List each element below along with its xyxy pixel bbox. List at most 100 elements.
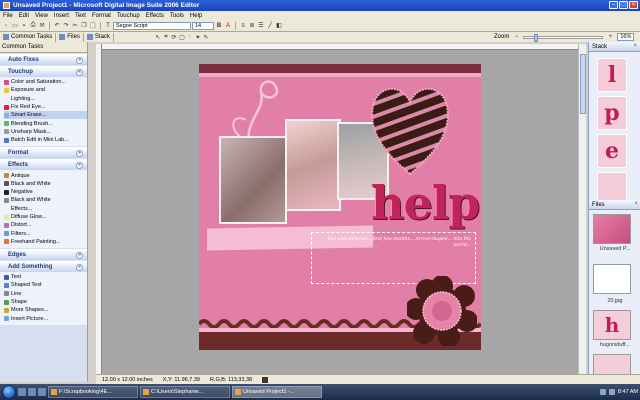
- brush-tool-icon[interactable]: ✎: [202, 33, 210, 41]
- file-thumbnail-h[interactable]: h: [593, 310, 631, 340]
- menu-insert[interactable]: Insert: [54, 13, 69, 19]
- collapse-chevron-icon[interactable]: «: [76, 69, 83, 76]
- paste-icon[interactable]: 📋: [89, 22, 97, 30]
- scrapbook-page[interactable]: help! Text and editorial... first few mo…: [199, 64, 481, 350]
- menu-effects[interactable]: Effects: [146, 13, 164, 19]
- section-header-effects[interactable]: Effects «: [0, 159, 87, 171]
- collapse-chevron-icon[interactable]: «: [76, 264, 83, 272]
- baby-photo-2[interactable]: [285, 119, 341, 211]
- maximize-button[interactable]: □: [619, 1, 628, 9]
- effect-antique[interactable]: Antique: [4, 171, 87, 179]
- font-name-select[interactable]: Segoe Script: [113, 21, 191, 30]
- section-header-edges[interactable]: Edges»: [0, 249, 87, 261]
- print-icon[interactable]: ⎙: [29, 22, 37, 30]
- crop-tool-icon[interactable]: ⌗: [162, 33, 170, 41]
- help-headline[interactable]: help!: [371, 176, 481, 230]
- text-tool-icon[interactable]: T: [104, 22, 112, 30]
- new-icon[interactable]: ▫: [2, 22, 10, 30]
- section-header-auto-fixes[interactable]: Auto Fixes»: [0, 54, 87, 65]
- expand-chevron-icon[interactable]: »: [76, 150, 83, 158]
- task-batch-edit[interactable]: Batch Edit in Mini Lab...: [4, 136, 87, 144]
- task-fix-red-eye[interactable]: Fix Red Eye...: [4, 103, 87, 111]
- rotate-tool-icon[interactable]: ⟳: [170, 33, 178, 41]
- menu-format[interactable]: Format: [92, 13, 111, 19]
- taskbar-button-explorer-1[interactable]: F:\Scrapbooking\4E...: [48, 386, 138, 398]
- file-thumbnail-blank[interactable]: [593, 264, 631, 294]
- align-center-icon[interactable]: ≣: [248, 22, 256, 30]
- network-icon[interactable]: [599, 389, 606, 395]
- effect-filters[interactable]: Filters...: [4, 229, 87, 237]
- quicklaunch-icon[interactable]: [18, 388, 26, 396]
- striped-heart-embellishment[interactable]: [369, 78, 451, 178]
- rectangle-select-icon[interactable]: ▢: [178, 33, 186, 41]
- stack-toggle[interactable]: Stack: [84, 32, 114, 42]
- section-header-add-something[interactable]: Add Something «: [0, 261, 87, 273]
- section-header-format[interactable]: Format»: [0, 147, 87, 159]
- close-icon[interactable]: ×: [634, 201, 638, 207]
- stack-item[interactable]: l: [597, 58, 627, 92]
- task-exposure-lighting[interactable]: Exposure and: [4, 86, 87, 94]
- menu-view[interactable]: View: [35, 13, 48, 19]
- add-insert-picture[interactable]: Insert Picture...: [4, 315, 87, 323]
- common-tasks-toggle[interactable]: Common Tasks: [0, 32, 57, 42]
- menu-tools[interactable]: Tools: [170, 13, 184, 19]
- effect-black-white-effects-cont[interactable]: Effects...: [4, 205, 87, 213]
- add-shaped-text[interactable]: Shaped Text: [4, 281, 87, 289]
- add-more-shapes[interactable]: More Shapes...: [4, 306, 87, 314]
- menu-help[interactable]: Help: [190, 13, 202, 19]
- pointer-tool-icon[interactable]: ↖: [154, 33, 162, 41]
- volume-icon[interactable]: [608, 389, 615, 395]
- bullets-icon[interactable]: ☰: [257, 22, 265, 30]
- save-icon[interactable]: ▪: [20, 22, 28, 30]
- redo-icon[interactable]: ↷: [62, 22, 70, 30]
- quicklaunch-icon[interactable]: [38, 388, 46, 396]
- open-folder-icon[interactable]: ▭: [11, 22, 19, 30]
- taskbar-button-explorer-2[interactable]: C:\Users\Stephanie...: [140, 386, 230, 398]
- copy-icon[interactable]: ❐: [80, 22, 88, 30]
- start-button[interactable]: [2, 385, 16, 399]
- task-smart-erase[interactable]: Smart Erase...: [4, 111, 87, 120]
- align-left-icon[interactable]: ≡: [239, 22, 247, 30]
- line-color-icon[interactable]: ╱: [266, 22, 274, 30]
- menu-edit[interactable]: Edit: [19, 13, 29, 19]
- effect-black-white-effects[interactable]: Black and White: [4, 196, 87, 204]
- baby-photo-1[interactable]: [219, 136, 287, 224]
- task-blending-brush[interactable]: Blending Brush...: [4, 119, 87, 127]
- undo-icon[interactable]: ↶: [53, 22, 61, 30]
- expand-chevron-icon[interactable]: »: [76, 252, 83, 260]
- effect-negative[interactable]: Negative: [4, 188, 87, 196]
- expand-chevron-icon[interactable]: »: [76, 57, 83, 64]
- vertical-scrollbar[interactable]: [578, 44, 586, 374]
- task-exposure-lighting-cont[interactable]: Lighting...: [4, 95, 87, 103]
- file-thumbnail-project[interactable]: [593, 214, 631, 244]
- email-icon[interactable]: ✉: [38, 22, 46, 30]
- zoom-slider-thumb[interactable]: [534, 33, 539, 42]
- close-icon[interactable]: ×: [633, 43, 637, 49]
- font-size-select[interactable]: 14: [192, 21, 214, 30]
- effect-diffuse-glow[interactable]: Diffuse Glow...: [4, 213, 87, 221]
- font-color-icon[interactable]: A: [224, 22, 232, 30]
- quicklaunch-icon[interactable]: [28, 388, 36, 396]
- task-unsharp-mask[interactable]: Unsharp Mask...: [4, 128, 87, 136]
- taskbar-button-editor[interactable]: Unsaved Project1 -...: [232, 386, 322, 398]
- add-line[interactable]: Line: [4, 290, 87, 298]
- clock[interactable]: 8:47 AM: [618, 389, 638, 395]
- scrollbar-thumb[interactable]: [580, 54, 586, 114]
- effect-distort[interactable]: Distort...: [4, 221, 87, 229]
- task-color-saturation[interactable]: Color and Saturation...: [4, 78, 87, 86]
- zoom-in-icon[interactable]: +: [606, 33, 614, 41]
- add-shape[interactable]: Shape: [4, 298, 87, 306]
- close-button[interactable]: ×: [629, 1, 638, 9]
- files-toggle[interactable]: Files: [56, 32, 84, 42]
- stack-item[interactable]: e: [597, 134, 627, 168]
- section-header-touchup[interactable]: Touchup «: [0, 66, 87, 77]
- flower-embellishment[interactable]: [407, 276, 477, 346]
- menu-text[interactable]: Text: [75, 13, 86, 19]
- minimize-button[interactable]: –: [609, 1, 618, 9]
- collapse-chevron-icon[interactable]: «: [76, 162, 83, 170]
- zoom-out-icon[interactable]: −: [512, 33, 520, 41]
- magic-wand-icon[interactable]: ✦: [194, 33, 202, 41]
- stack-item[interactable]: p: [597, 96, 627, 130]
- menu-file[interactable]: File: [3, 13, 13, 19]
- effect-black-white[interactable]: Black and White: [4, 180, 87, 188]
